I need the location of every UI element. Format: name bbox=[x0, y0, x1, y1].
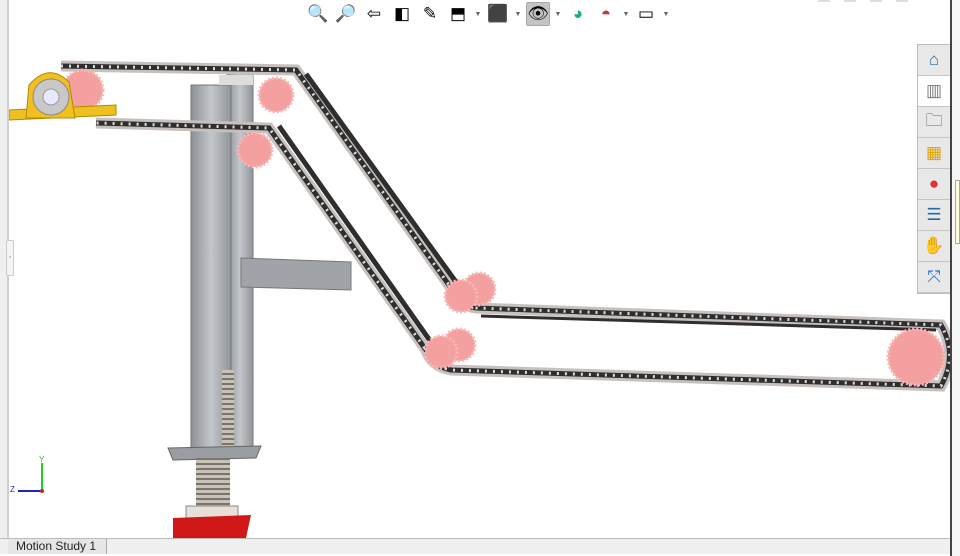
section-view-icon[interactable]: ◧ bbox=[390, 2, 414, 26]
hide-show-items-icon[interactable]: 👁 bbox=[526, 2, 550, 26]
tab-motion-study-1[interactable]: Motion Study 1 bbox=[8, 539, 107, 554]
conveyor-model bbox=[8, 60, 955, 538]
leveling-foot bbox=[167, 445, 262, 538]
view-settings-icon[interactable]: ▭ bbox=[634, 2, 658, 26]
task-pane-tabs: ⌂ ▥ 🗀 ▦ ● ☰ ✋ ⤧ bbox=[917, 44, 951, 294]
heads-up-view-toolbar: 🔍 🔎 ⇦ ◧ ✎ ⬒ ▼ ⬛ ▼ 👁 ▼ ◕ ◓ ▼ ▭ ▼ bbox=[306, 0, 670, 28]
view-settings-dropdown[interactable]: ▼ bbox=[662, 11, 670, 18]
window-controls bbox=[818, 0, 908, 2]
view-palette-icon[interactable]: ▦ bbox=[918, 138, 950, 169]
reference-triad: Y Z bbox=[10, 455, 45, 494]
graphics-area[interactable] bbox=[8, 0, 955, 538]
custom-properties-icon[interactable]: ☰ bbox=[918, 200, 950, 231]
motion-icon[interactable]: ⤧ bbox=[918, 262, 950, 293]
solidworks-forum-icon[interactable]: ✋ bbox=[918, 231, 950, 262]
edit-appearance-icon[interactable]: ◕ bbox=[566, 2, 590, 26]
motion-study-tab-bar: Motion Study 1 bbox=[0, 538, 950, 554]
close-button[interactable] bbox=[896, 0, 908, 2]
view-orientation-dropdown[interactable]: ▼ bbox=[474, 11, 482, 18]
apply-scene-icon[interactable]: ◓ bbox=[594, 2, 618, 26]
appearances-scenes-icon[interactable]: ● bbox=[918, 169, 950, 200]
minimize-button[interactable] bbox=[818, 0, 830, 2]
y-axis-label: Y bbox=[39, 455, 45, 464]
zoom-to-fit-icon[interactable]: 🔍 bbox=[306, 2, 330, 26]
display-style-icon[interactable]: ⬛ bbox=[486, 2, 510, 26]
apply-scene-dropdown[interactable]: ▼ bbox=[622, 11, 630, 18]
hide-show-dropdown[interactable]: ▼ bbox=[554, 11, 562, 18]
maximize-button[interactable] bbox=[870, 0, 882, 2]
right-panel-edge bbox=[950, 0, 960, 556]
dynamic-annotation-views-icon[interactable]: ✎ bbox=[418, 2, 442, 26]
solidworks-resources-home-icon[interactable]: ⌂ bbox=[918, 45, 950, 76]
file-explorer-folder-icon[interactable]: 🗀 bbox=[918, 107, 950, 138]
task-pane-flyout-handle[interactable] bbox=[955, 180, 960, 244]
restore-button[interactable] bbox=[844, 0, 856, 2]
display-style-dropdown[interactable]: ▼ bbox=[514, 11, 522, 18]
z-axis-label: Z bbox=[10, 485, 15, 494]
zoom-to-area-icon[interactable]: 🔎 bbox=[334, 2, 358, 26]
design-library-icon[interactable]: ▥ bbox=[918, 76, 950, 107]
view-orientation-icon[interactable]: ⬒ bbox=[446, 2, 470, 26]
previous-view-icon[interactable]: ⇦ bbox=[362, 2, 386, 26]
panel-collapse-handle[interactable]: ◦ bbox=[6, 240, 14, 276]
